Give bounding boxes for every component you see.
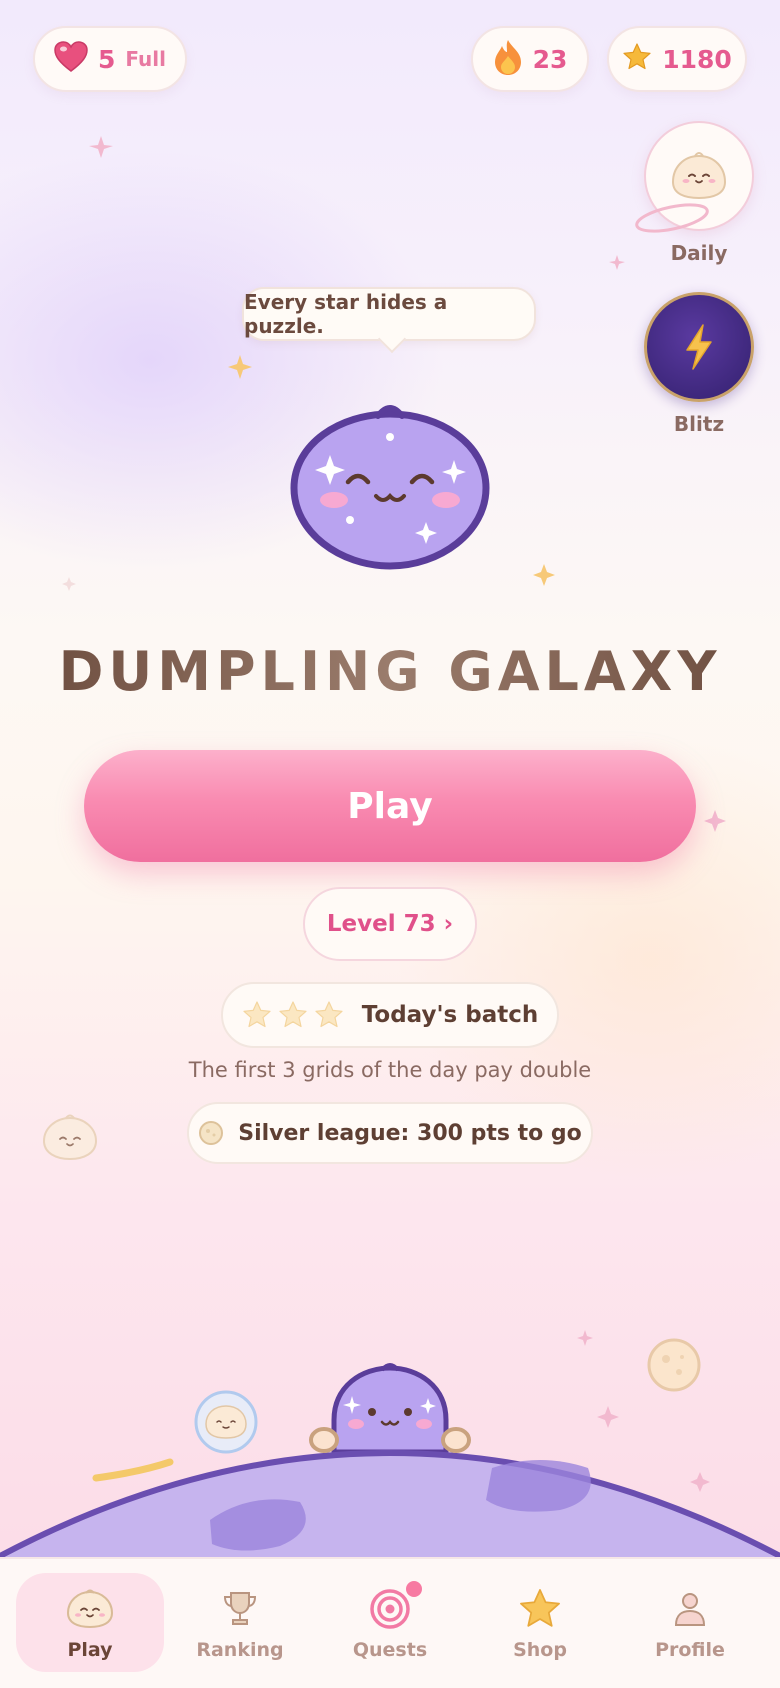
trophy-icon	[216, 1585, 264, 1633]
speech-text: Every star hides a puzzle.	[244, 290, 448, 338]
todays-batch-card[interactable]: Today's batch	[221, 982, 559, 1048]
nav-item-profile[interactable]: Profile	[616, 1573, 764, 1672]
double-pay-note: The first 3 grids of the day pay double	[188, 1058, 592, 1082]
nav-label-shop: Shop	[513, 1638, 567, 1661]
star-empty-icon	[279, 1001, 307, 1028]
batch-label: Today's batch	[361, 1002, 539, 1028]
blitz-button[interactable]: Blitz	[644, 292, 754, 436]
daily-label: Daily	[670, 241, 728, 265]
bottom-nav: Play Ranking Quests Shop Profile	[0, 1557, 780, 1688]
nav-item-quests[interactable]: Quests	[316, 1573, 464, 1672]
coin-icon	[199, 1121, 224, 1145]
mascot-speech-bubble: Every star hides a puzzle.	[242, 287, 536, 341]
dumpling-icon	[66, 1585, 114, 1633]
nav-item-shop[interactable]: Shop	[466, 1573, 614, 1672]
star-empty-icon	[315, 1001, 343, 1028]
dumpling-icon	[671, 152, 727, 200]
nav-label-ranking: Ranking	[196, 1638, 284, 1661]
star-empty-icon	[243, 1001, 271, 1028]
league-progress[interactable]: Silver league: 300 pts to go	[187, 1102, 593, 1164]
planet-ring-decor	[635, 203, 709, 233]
nav-label-play: Play	[67, 1638, 113, 1661]
nav-label-quests: Quests	[352, 1638, 428, 1661]
person-icon	[666, 1585, 714, 1633]
nav-label-profile: Profile	[655, 1638, 725, 1661]
league-label: Silver league: 300 pts to go	[238, 1120, 582, 1146]
level-label: Level 73 ›	[326, 911, 454, 937]
mascot-dumpling[interactable]	[290, 400, 490, 572]
quests-badge	[406, 1580, 422, 1597]
floating-dumpling-decor	[42, 1114, 98, 1161]
play-button-label: Play	[347, 785, 433, 827]
play-button[interactable]: Play	[84, 750, 696, 862]
nav-item-ranking[interactable]: Ranking	[166, 1573, 314, 1672]
batch-stars	[242, 1000, 344, 1030]
nav-item-play[interactable]: Play	[16, 1573, 164, 1672]
game-title: DUMPLING GALAXY	[0, 640, 780, 703]
target-icon	[366, 1580, 422, 1633]
lightning-icon	[686, 324, 712, 370]
star-icon	[516, 1585, 564, 1633]
daily-button[interactable]: Daily	[644, 121, 754, 265]
level-button[interactable]: Level 73 ›	[303, 887, 477, 961]
blitz-label: Blitz	[673, 412, 725, 436]
planet-scene	[0, 1363, 780, 1560]
